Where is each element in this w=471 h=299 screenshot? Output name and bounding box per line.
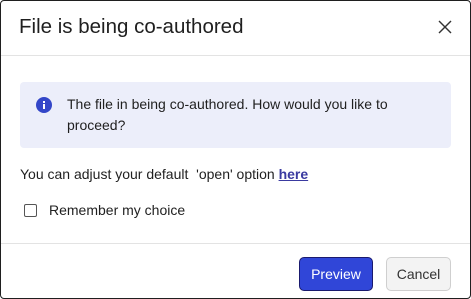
- cancel-button[interactable]: Cancel: [386, 257, 451, 291]
- remember-choice[interactable]: Remember my choice: [24, 202, 185, 218]
- adjust-here-link[interactable]: here: [279, 166, 309, 182]
- adjust-text: You can adjust your default 'open' optio…: [20, 166, 279, 182]
- dialog-body: The file in being co-authored. How would…: [1, 56, 470, 242]
- info-banner: The file in being co-authored. How would…: [20, 82, 451, 148]
- close-button[interactable]: [434, 16, 456, 38]
- remember-checkbox[interactable]: [24, 203, 37, 217]
- info-icon: [36, 97, 52, 113]
- remember-label: Remember my choice: [49, 202, 186, 218]
- co-authored-dialog: File is being co-authored The file in be…: [0, 0, 471, 299]
- adjust-default-text: You can adjust your default 'open' optio…: [20, 166, 308, 182]
- dialog-header: File is being co-authored: [1, 1, 470, 56]
- dialog-footer: Preview Cancel: [1, 243, 470, 298]
- preview-button[interactable]: Preview: [299, 257, 373, 291]
- close-icon: [438, 20, 452, 34]
- info-message: The file in being co-authored. How would…: [67, 96, 388, 133]
- dialog-title: File is being co-authored: [19, 15, 244, 38]
